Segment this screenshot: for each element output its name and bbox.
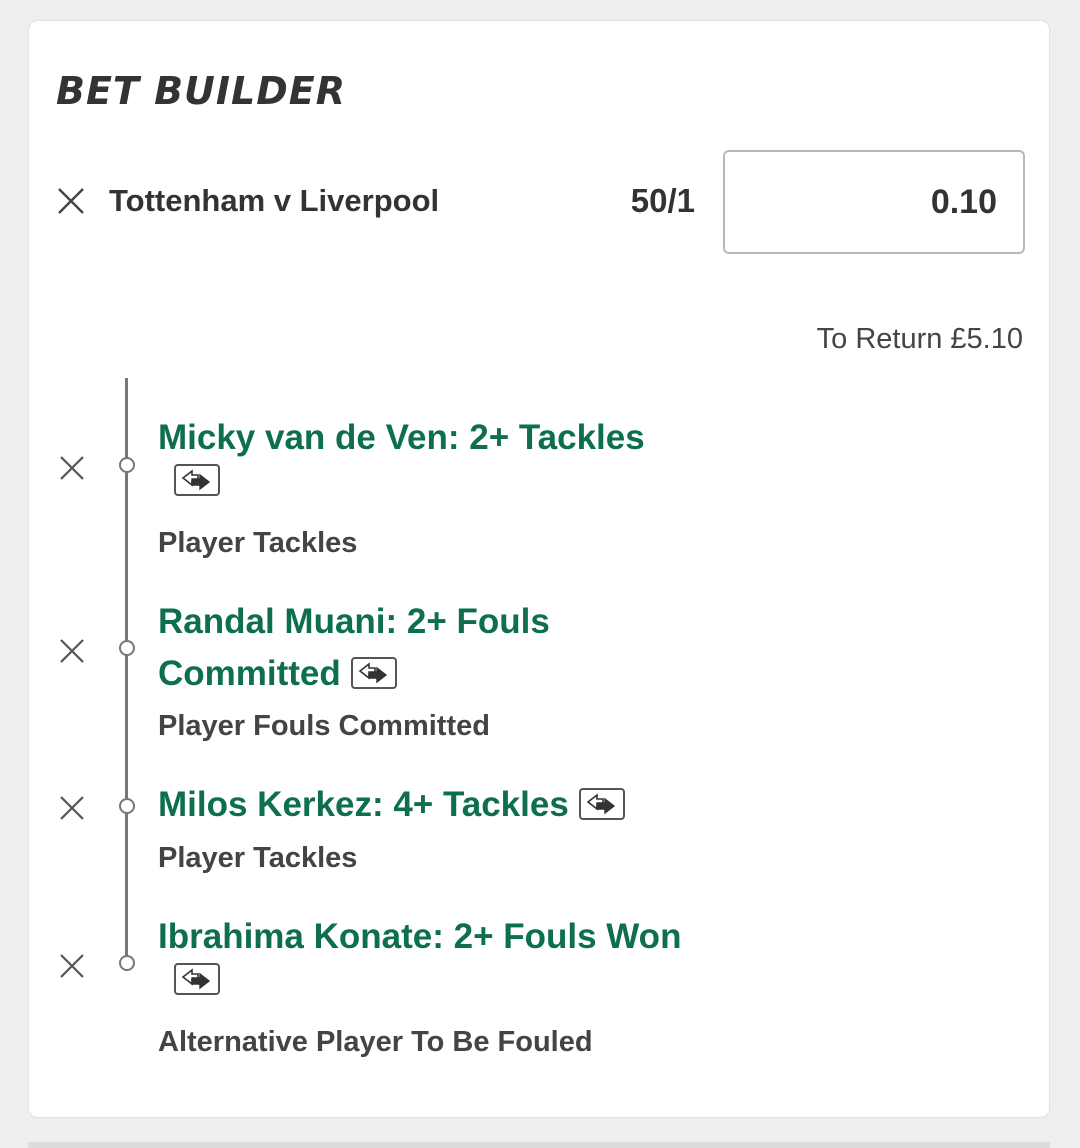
selection-title: Micky van de Ven: 2+ Tackles: [158, 412, 718, 496]
remove-bet-close-icon[interactable]: [57, 187, 85, 215]
timeline-node: [119, 640, 135, 656]
selection-market: Player Tackles: [158, 527, 358, 559]
timeline-node: [119, 798, 135, 814]
selection-title-text: Ibrahima Konate: 2+ Fouls Won: [158, 917, 682, 956]
section-title: BET BUILDER: [56, 69, 347, 113]
bet-builder-card: BET BUILDER Tottenham v Liverpool 50/1 T…: [28, 20, 1050, 1118]
selection-market: Player Fouls Committed: [158, 710, 490, 742]
stake-input[interactable]: [723, 150, 1025, 254]
remove-selection-close-icon[interactable]: [58, 794, 86, 822]
selection-title-text: Micky van de Ven: 2+ Tackles: [158, 418, 645, 457]
to-return: To Return £5.10: [816, 323, 1023, 355]
swap-arrows-icon[interactable]: [174, 464, 220, 496]
odds: 50/1: [630, 182, 695, 219]
remove-selection-close-icon[interactable]: [58, 637, 86, 665]
selection-title: Randal Muani: 2+ Fouls Committed: [158, 596, 598, 700]
timeline-node: [119, 955, 135, 971]
timeline-node: [119, 457, 135, 473]
selection-title: Milos Kerkez: 4+ Tackles: [158, 779, 778, 831]
selection-market: Alternative Player To Be Fouled: [158, 1026, 593, 1058]
selection-market: Player Tackles: [158, 842, 358, 874]
next-card-edge: [28, 1142, 1050, 1148]
selection-title: Ibrahima Konate: 2+ Fouls Won: [158, 911, 838, 995]
swap-arrows-icon[interactable]: [174, 963, 220, 995]
swap-arrows-icon[interactable]: [350, 656, 397, 689]
selection-title-text: Milos Kerkez: 4+ Tackles: [158, 785, 569, 824]
remove-selection-close-icon[interactable]: [58, 454, 86, 482]
match-name: Tottenham v Liverpool: [109, 183, 440, 218]
remove-selection-close-icon[interactable]: [58, 952, 86, 980]
swap-arrows-icon[interactable]: [578, 787, 625, 820]
